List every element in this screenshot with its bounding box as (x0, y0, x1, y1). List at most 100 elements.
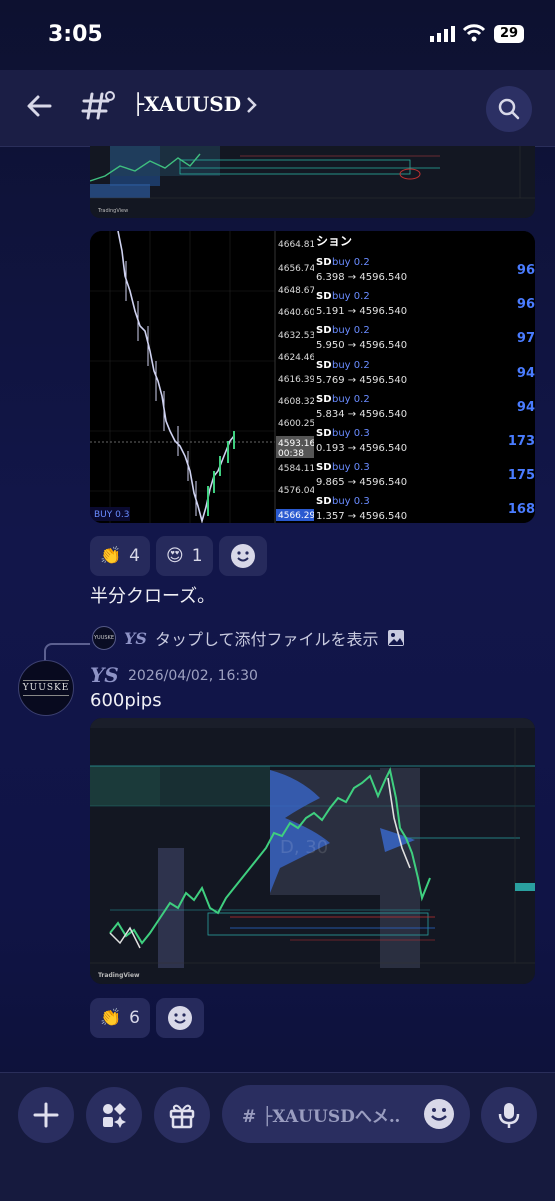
clap-emoji: 👏 (100, 546, 122, 566)
message-input[interactable]: # ├XAUUSDへメ‥ (222, 1085, 470, 1143)
position-profit: 94 (516, 399, 535, 415)
position-profit: 175 (507, 468, 535, 484)
positions-header: ション (316, 234, 352, 248)
back-arrow-icon[interactable] (22, 88, 58, 124)
gift-button[interactable] (154, 1087, 210, 1143)
position-symbol: SD (316, 325, 332, 337)
message-text-1: 半分クローズ。 (90, 586, 216, 607)
heart-eyes-emoji: 😍 (166, 546, 184, 566)
avatar-text: YUUSKE (22, 680, 70, 696)
position-profit: 97 (516, 331, 535, 347)
position-side: buy 0.2 (332, 257, 370, 268)
position-side: buy 0.2 (332, 325, 370, 337)
position-row: SD buy 0.2 5.191 → 4596.540 96 (316, 289, 535, 323)
gift-icon (169, 1104, 195, 1129)
chart-image-3[interactable]: D, 30 TradingView (90, 718, 535, 984)
reply-avatar: YUUSKE (92, 626, 116, 650)
message-placeholder: # ├XAUUSDへメ‥ (242, 1107, 401, 1127)
position-prices: 5.769 → 4596.540 (316, 374, 408, 386)
add-reaction-button[interactable] (218, 536, 267, 576)
countdown: 00:38 (278, 449, 304, 459)
wifi-icon (462, 24, 486, 42)
position-row: SD buy 0.2 5.834 → 4596.540 94 (316, 392, 535, 426)
position-row: SD buy 0.3 9.865 → 4596.540 175 (316, 460, 535, 494)
reactions-row-1: 👏 4 😍 1 (90, 536, 267, 576)
position-row: SD buy 0.2 6.398 → 4596.540 96 (316, 255, 535, 289)
add-reaction-button[interactable] (156, 998, 204, 1038)
position-symbol: SD (316, 291, 332, 303)
status-time: 3:05 (48, 22, 103, 47)
position-symbol: SD (316, 393, 332, 405)
chart-watermark: D, 30 (280, 837, 328, 858)
tradingview-logo: TradingView (98, 972, 140, 979)
reply-preview[interactable]: YUUSKE YS タップして添付ファイルを表示 (92, 626, 405, 650)
reaction-heart-eyes[interactable]: 😍 1 (156, 536, 213, 576)
svg-text:TradingView: TradingView (97, 208, 128, 214)
channel-title[interactable]: ├XAUUSD (132, 92, 241, 116)
reaction-count: 6 (129, 1008, 140, 1028)
plus-icon (33, 1102, 59, 1128)
avatar[interactable]: YUUSKE (18, 660, 74, 716)
position-profit: 96 (516, 263, 535, 278)
chart-image-2[interactable]: 4664.810 4656.740 4648.670 4640.600 4632… (90, 231, 535, 523)
chart-image-3-graphic: D, 30 (90, 718, 535, 984)
chart-image-1[interactable]: TradingView (90, 146, 535, 218)
message-author[interactable]: YS (90, 663, 119, 687)
smiley-icon (230, 544, 255, 568)
position-symbol: SD (316, 257, 332, 268)
reply-author: YS (124, 628, 147, 648)
channel-header: ├XAUUSD (0, 70, 555, 147)
chevron-right-icon[interactable] (246, 96, 258, 114)
reply-text: タップして添付ファイルを表示 (154, 630, 379, 649)
emoji-picker-icon[interactable] (422, 1097, 456, 1131)
apps-icon (103, 1103, 126, 1128)
position-side: buy 0.3 (332, 462, 370, 474)
position-row: SD buy 0.3 1.357 → 4596.540 168 (316, 494, 535, 523)
position-prices: 5.950 → 4596.540 (316, 340, 408, 352)
position-profit: 96 (516, 297, 535, 313)
chart-image-1-graphic: TradingView (90, 146, 535, 214)
position-prices: 6.398 → 4596.540 (316, 272, 408, 283)
position-prices: 0.193 → 4596.540 (316, 442, 408, 454)
position-row: SD buy 0.2 5.950 → 4596.540 97 (316, 323, 535, 357)
position-profit: 173 (507, 433, 535, 449)
image-icon (387, 630, 404, 646)
position-profit: 94 (516, 365, 535, 381)
position-side: buy 0.3 (332, 496, 370, 508)
reaction-clap[interactable]: 👏 6 (90, 998, 150, 1038)
search-button[interactable] (486, 86, 532, 132)
battery-icon: 29 (494, 25, 524, 43)
microphone-icon (498, 1103, 520, 1128)
position-prices: 5.834 → 4596.540 (316, 408, 408, 420)
position-prices: 5.191 → 4596.540 (316, 306, 408, 318)
search-icon (498, 98, 520, 120)
position-side: buy 0.3 (332, 427, 370, 439)
apps-button[interactable] (86, 1087, 142, 1143)
voice-button[interactable] (481, 1087, 537, 1143)
status-bar: 3:05 29 (0, 0, 555, 70)
position-symbol: SD (316, 359, 332, 371)
message-composer: # ├XAUUSDへメ‥ (0, 1072, 555, 1201)
text-channel-icon (81, 91, 115, 120)
position-row: SD buy 0.3 0.193 → 4596.540 173 (316, 426, 535, 460)
reaction-count: 4 (129, 546, 140, 566)
message-text-2: 600pips (90, 690, 162, 711)
clap-emoji: 👏 (100, 1008, 122, 1028)
attach-button[interactable] (18, 1087, 74, 1143)
position-side: buy 0.2 (332, 393, 370, 405)
position-prices: 1.357 → 4596.540 (316, 511, 408, 523)
position-symbol: SD (316, 462, 332, 474)
signal-icon (430, 26, 455, 42)
buy-label: BUY 0.3 (94, 510, 129, 520)
position-prices: 9.865 → 4596.540 (316, 477, 408, 489)
position-symbol: SD (316, 496, 332, 508)
reactions-row-2: 👏 6 (90, 998, 204, 1038)
position-symbol: SD (316, 427, 332, 439)
smiley-icon (168, 1006, 192, 1030)
message-timestamp: 2026/04/02, 16:30 (128, 668, 258, 684)
position-side: buy 0.2 (332, 359, 370, 371)
reaction-count: 1 (191, 546, 203, 566)
position-side: buy 0.2 (332, 291, 370, 303)
reaction-clap[interactable]: 👏 4 (90, 536, 150, 576)
positions-list: SD buy 0.2 6.398 → 4596.540 96 SD buy 0.2 5.19… (316, 255, 535, 523)
